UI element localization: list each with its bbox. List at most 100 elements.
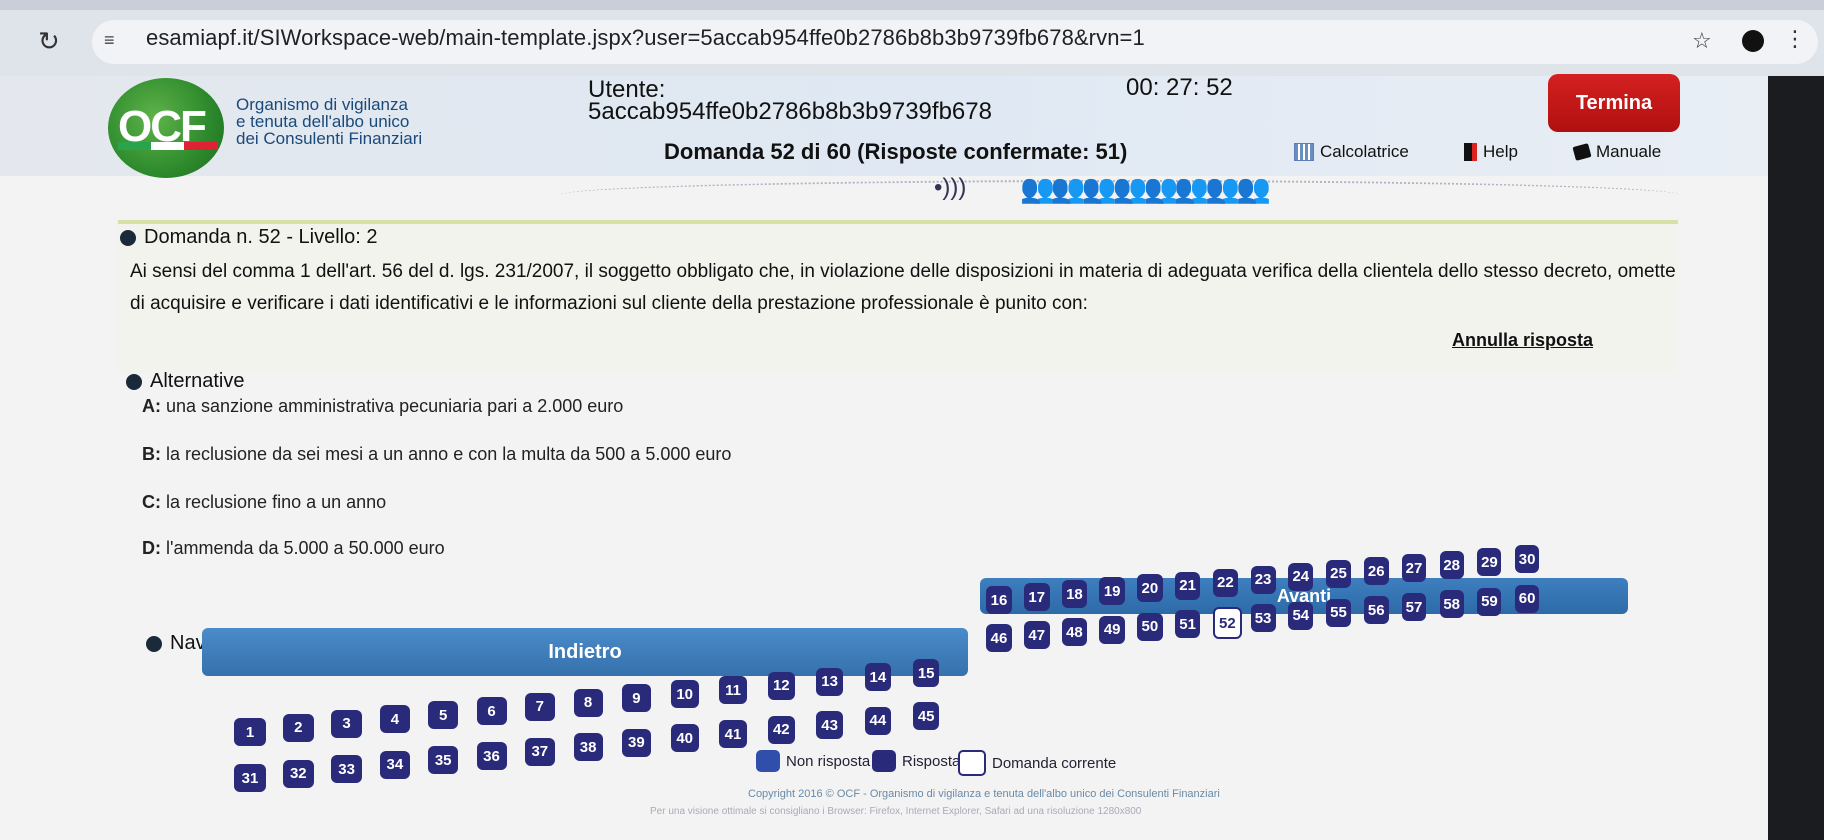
question-button-7[interactable]: 7 bbox=[525, 692, 555, 721]
manuale-label: Manuale bbox=[1596, 142, 1662, 161]
question-button-43[interactable]: 43 bbox=[816, 711, 844, 740]
legend-swatch bbox=[756, 750, 780, 772]
question-button-8[interactable]: 8 bbox=[573, 688, 603, 717]
question-button-52[interactable]: 52 bbox=[1212, 607, 1242, 640]
help-book-icon bbox=[1464, 143, 1477, 161]
question-button-36[interactable]: 36 bbox=[476, 742, 507, 770]
question-button-20[interactable]: 20 bbox=[1137, 574, 1163, 603]
question-button-31[interactable]: 31 bbox=[234, 764, 266, 792]
annulla-risposta-link[interactable]: Annulla risposta bbox=[1452, 330, 1593, 351]
org-name: Organismo di vigilanza e tenuta dell'alb… bbox=[236, 96, 422, 147]
question-button-60[interactable]: 60 bbox=[1515, 584, 1540, 613]
indietro-button[interactable]: Indietro bbox=[202, 628, 968, 676]
legend-swatch bbox=[872, 750, 896, 772]
question-button-14[interactable]: 14 bbox=[864, 663, 892, 692]
question-button-5[interactable]: 5 bbox=[428, 701, 459, 730]
question-button-51[interactable]: 51 bbox=[1175, 610, 1201, 638]
question-button-59[interactable]: 59 bbox=[1477, 587, 1502, 616]
question-button-4[interactable]: 4 bbox=[379, 705, 411, 734]
question-button-44[interactable]: 44 bbox=[864, 706, 892, 735]
question-button-37[interactable]: 37 bbox=[525, 737, 555, 766]
question-button-49[interactable]: 49 bbox=[1099, 615, 1125, 644]
question-button-23[interactable]: 23 bbox=[1250, 565, 1276, 594]
alternative-text: la reclusione da sei mesi a un anno e co… bbox=[166, 444, 732, 464]
question-button-25[interactable]: 25 bbox=[1326, 559, 1351, 588]
org-line-3: dei Consulenti Finanziari bbox=[236, 129, 423, 148]
question-button-33[interactable]: 33 bbox=[331, 755, 363, 784]
alternative-b[interactable]: B: la reclusione da sei mesi a un anno e… bbox=[142, 444, 731, 465]
question-button-54[interactable]: 54 bbox=[1288, 601, 1314, 630]
question-button-55[interactable]: 55 bbox=[1326, 598, 1351, 627]
alternatives-title-text: Alternative bbox=[150, 370, 245, 392]
question-button-29[interactable]: 29 bbox=[1477, 548, 1502, 577]
question-button-27[interactable]: 27 bbox=[1401, 554, 1427, 583]
question-button-17[interactable]: 17 bbox=[1023, 583, 1050, 612]
question-button-9[interactable]: 9 bbox=[622, 684, 651, 713]
alternative-text: l'ammenda da 5.000 a 50.000 euro bbox=[166, 538, 445, 558]
alternatives-title: Alternative bbox=[126, 370, 245, 393]
legend-domanda-corrente: Domanda corrente bbox=[958, 750, 1116, 776]
question-button-50[interactable]: 50 bbox=[1137, 612, 1163, 641]
question-button-56[interactable]: 56 bbox=[1364, 596, 1389, 624]
question-button-58[interactable]: 58 bbox=[1439, 590, 1464, 619]
question-button-34[interactable]: 34 bbox=[379, 750, 411, 779]
manual-book-icon bbox=[1572, 143, 1592, 161]
question-button-38[interactable]: 38 bbox=[573, 733, 603, 762]
question-button-3[interactable]: 3 bbox=[331, 709, 363, 738]
question-button-40[interactable]: 40 bbox=[670, 724, 699, 753]
question-title-text: Domanda n. 52 - Livello: 2 bbox=[144, 226, 378, 248]
question-button-42[interactable]: 42 bbox=[767, 715, 796, 744]
termina-button[interactable]: Termina bbox=[1548, 74, 1680, 132]
legend-label: Risposta bbox=[902, 752, 961, 770]
question-button-10[interactable]: 10 bbox=[670, 680, 699, 709]
calcolatrice-label: Calcolatrice bbox=[1320, 142, 1409, 161]
menu-kebab-icon[interactable]: ⋮ bbox=[1784, 26, 1806, 52]
legend-risposta: Risposta bbox=[872, 750, 960, 772]
question-button-19[interactable]: 19 bbox=[1099, 577, 1125, 606]
question-button-15[interactable]: 15 bbox=[913, 659, 940, 688]
user-id: 5accab954ffe0b2786b8b3b9739fb678 bbox=[588, 98, 992, 125]
profile-avatar[interactable] bbox=[1742, 30, 1764, 52]
question-button-26[interactable]: 26 bbox=[1364, 557, 1389, 585]
question-button-46[interactable]: 46 bbox=[986, 624, 1012, 652]
calcolatrice-link[interactable]: Calcolatrice bbox=[1294, 142, 1409, 162]
question-button-21[interactable]: 21 bbox=[1175, 571, 1201, 600]
question-button-1[interactable]: 1 bbox=[234, 718, 266, 746]
site-info-icon[interactable]: ≡ bbox=[104, 30, 115, 51]
question-button-22[interactable]: 22 bbox=[1212, 568, 1238, 597]
question-button-16[interactable]: 16 bbox=[986, 586, 1012, 614]
manuale-link[interactable]: Manuale bbox=[1572, 142, 1662, 162]
legend-swatch bbox=[958, 750, 986, 776]
question-button-57[interactable]: 57 bbox=[1401, 593, 1427, 622]
question-button-6[interactable]: 6 bbox=[476, 697, 507, 725]
question-button-35[interactable]: 35 bbox=[428, 746, 459, 775]
question-button-41[interactable]: 41 bbox=[719, 720, 747, 748]
question-button-30[interactable]: 30 bbox=[1515, 545, 1540, 574]
question-button-24[interactable]: 24 bbox=[1288, 562, 1314, 591]
question-title: Domanda n. 52 - Livello: 2 bbox=[120, 226, 377, 249]
copyright-text: Copyright 2016 © OCF - Organismo di vigi… bbox=[748, 788, 1220, 800]
calculator-icon bbox=[1294, 143, 1314, 161]
question-button-12[interactable]: 12 bbox=[767, 671, 796, 700]
question-button-13[interactable]: 13 bbox=[816, 667, 844, 696]
legend-non-risposta: Non risposta bbox=[756, 750, 870, 772]
question-button-2[interactable]: 2 bbox=[282, 713, 315, 742]
question-button-45[interactable]: 45 bbox=[913, 702, 940, 731]
question-button-39[interactable]: 39 bbox=[622, 728, 651, 757]
alternative-c[interactable]: C: la reclusione fino a un anno bbox=[142, 492, 386, 513]
alternative-a[interactable]: A: una sanzione amministrativa pecuniari… bbox=[142, 396, 623, 417]
url-text[interactable]: esamiapf.it/SIWorkspace-web/main-templat… bbox=[146, 25, 1145, 51]
exam-page: OCF Organismo di vigilanza e tenuta dell… bbox=[0, 74, 1768, 840]
question-button-47[interactable]: 47 bbox=[1023, 621, 1050, 650]
question-button-18[interactable]: 18 bbox=[1061, 580, 1088, 609]
question-button-11[interactable]: 11 bbox=[719, 676, 747, 704]
reload-icon[interactable]: ↻ bbox=[38, 26, 60, 57]
question-button-48[interactable]: 48 bbox=[1061, 618, 1088, 647]
legend-label: Non risposta bbox=[786, 752, 871, 770]
question-button-53[interactable]: 53 bbox=[1250, 604, 1276, 633]
alternative-d[interactable]: D: l'ammenda da 5.000 a 50.000 euro bbox=[142, 538, 445, 559]
help-link[interactable]: Help bbox=[1464, 142, 1518, 162]
question-button-28[interactable]: 28 bbox=[1439, 551, 1464, 580]
bookmark-star-icon[interactable]: ☆ bbox=[1692, 28, 1712, 54]
question-button-32[interactable]: 32 bbox=[282, 759, 315, 788]
